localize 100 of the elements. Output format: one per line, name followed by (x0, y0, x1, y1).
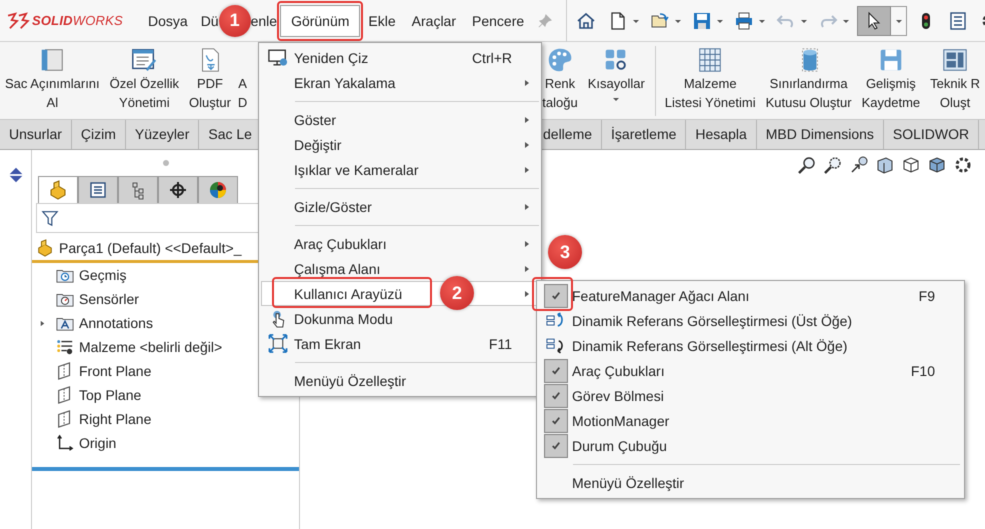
panel-handle[interactable] (162, 160, 168, 166)
highlight-frame (532, 277, 573, 311)
menu-entry[interactable]: Araç Çubukları F10 (539, 358, 962, 383)
previous-view-icon[interactable] (849, 155, 869, 175)
crosshair-icon (168, 180, 188, 200)
command-tab[interactable]: MBD Dimensions (756, 120, 884, 149)
checkbox[interactable] (544, 434, 568, 458)
ribbon-button-label[interactable]: Sac Açınımlarını Al (5, 74, 100, 112)
tree-item-label[interactable]: Malzeme <belirli değil> (79, 339, 222, 355)
ribbon-button-label[interactable]: Sınırlandırma Kutusu Oluştur (766, 74, 852, 112)
property-tab[interactable] (78, 176, 118, 203)
section-view-icon[interactable] (875, 155, 895, 175)
menu-entry[interactable]: Durum Çubuğu (539, 433, 962, 458)
display-style-icon[interactable] (927, 155, 947, 175)
expand-icon[interactable] (39, 320, 46, 326)
command-tab[interactable]: Yüzeyler (126, 120, 200, 149)
submenu-arrow-icon (524, 264, 530, 272)
ribbon-button-label[interactable]: Kısayollar (588, 74, 645, 93)
display-tab[interactable] (198, 176, 238, 203)
ribbon-button-label[interactable]: Özel Özellik Yönetimi (110, 74, 180, 112)
command-tab[interactable]: SOLIDWOR (884, 120, 980, 149)
ribbon-button-label[interactable]: Malzeme Listesi Yönetimi (664, 74, 756, 112)
ribbon-button-label[interactable]: A D (238, 74, 248, 112)
settings-icon[interactable] (953, 155, 973, 175)
shortcut-label: Ctrl+R (472, 50, 512, 66)
menu-item[interactable]: enle (250, 6, 278, 36)
logo-icon (6, 12, 30, 30)
select-button[interactable] (857, 6, 908, 36)
monitor-icon (268, 48, 288, 67)
command-tab[interactable]: İşaretleme (602, 120, 686, 149)
checkbox[interactable] (544, 284, 568, 308)
filter-icon (41, 209, 59, 227)
home-icon (576, 10, 596, 30)
submenu-arrow-icon (524, 202, 530, 210)
tree-item-label[interactable]: Front Plane (79, 363, 152, 379)
submenu-arrow-icon (524, 78, 530, 86)
properties-icon[interactable] (130, 46, 158, 74)
ribbon-button-label[interactable]: PDF Oluştur (189, 74, 231, 112)
menu-entry[interactable]: Araç Çubukları (261, 231, 539, 256)
submenu-arrow-icon (524, 290, 530, 298)
menu-entry[interactable]: Dinamik Referans Görselleştirmesi (Üst Öğe) (539, 308, 962, 333)
material-icon (56, 338, 74, 356)
menu-item[interactable]: Dü (200, 6, 219, 36)
checkbox[interactable] (544, 408, 568, 432)
menu-entry[interactable]: MotionManager (539, 408, 962, 433)
tree-item-label[interactable]: Sensörler (79, 291, 139, 307)
command-tab[interactable]: Hesapla (686, 120, 757, 149)
checkbox[interactable] (544, 358, 568, 382)
tree-item-label[interactable]: Annotations (79, 315, 153, 331)
command-tab[interactable]: Çizim (72, 120, 126, 149)
command-tab[interactable]: Unsurlar (0, 120, 72, 149)
part-tab[interactable] (38, 176, 78, 203)
shortcut-label: F11 (488, 336, 512, 352)
submenu-arrow-icon (524, 140, 530, 148)
tree-item-label[interactable]: Top Plane (79, 387, 142, 403)
menu-entry[interactable]: Menüyü Özelleştir (261, 368, 539, 393)
step-number-badge: 3 (548, 235, 582, 269)
shortcut-label: F9 (918, 288, 935, 304)
ribbon-button-label[interactable]: Gelişmiş Kaydetme (862, 74, 920, 112)
part-icon (48, 180, 68, 200)
menu-entry[interactable]: Işıklar ve Kameralar (261, 157, 539, 182)
tree-item-label[interactable]: Right Plane (79, 411, 152, 427)
caret-icon[interactable] (612, 95, 620, 103)
config-tab[interactable] (118, 176, 158, 203)
zoom-fit-icon[interactable] (797, 155, 817, 175)
menu-entry[interactable]: FeatureManager Ağacı Alanı F9 (539, 283, 962, 308)
menu-entry[interactable]: Görev Bölmesi (539, 383, 962, 408)
menu-entry[interactable]: Menüyü Özelleştir (539, 470, 962, 495)
collapse-icon[interactable] (6, 166, 24, 184)
menu-item[interactable]: Araçlar (404, 4, 464, 36)
ribbon-button-label[interactable]: Teknik R Oluşt (930, 74, 980, 112)
menu-entry[interactable]: Dinamik Referans Görselleştirmesi (Alt Öğe) (539, 333, 962, 358)
checkbox[interactable] (544, 384, 568, 408)
reference-down-icon (546, 336, 566, 355)
menu-entry[interactable]: Gizle/Göster (261, 194, 539, 219)
app-logo-text: SOLIDWORKS (32, 13, 123, 28)
submenu-arrow-icon (524, 240, 530, 248)
ribbon-button-label[interactable]: Renk taloğu (542, 74, 578, 112)
save-icon (692, 10, 712, 30)
menu-entry[interactable]: Ekran Yakalama (261, 70, 539, 95)
list-icon (948, 10, 968, 30)
submenu-arrow-icon (524, 166, 530, 174)
display-icon (208, 180, 228, 200)
print-icon (734, 10, 754, 30)
menu-entry[interactable]: Tam Ekran F11 (261, 331, 539, 356)
step-number-badge: 2 (440, 276, 474, 310)
shortcut-label: F10 (910, 362, 935, 378)
menu-item[interactable]: Ekle (360, 4, 404, 36)
menu-item[interactable]: Pencere (464, 4, 532, 36)
step-number-badge: 1 (218, 4, 251, 36)
zoom-area-icon[interactable] (823, 155, 843, 175)
view-cube-icon[interactable] (901, 155, 921, 175)
crosshair-tab[interactable] (158, 176, 198, 203)
menu-item[interactable]: Dosya (140, 4, 196, 36)
part-icon (36, 239, 54, 257)
tree-root-label[interactable]: Parça1 (Default) <<Default>_ (59, 240, 242, 256)
tree-item-label[interactable]: Geçmiş (79, 267, 126, 283)
tree-item-label[interactable]: Origin (79, 435, 116, 451)
menu-entry[interactable]: Yeniden Çiz Ctrl+R (261, 45, 539, 70)
fullscreen-icon (268, 334, 288, 353)
